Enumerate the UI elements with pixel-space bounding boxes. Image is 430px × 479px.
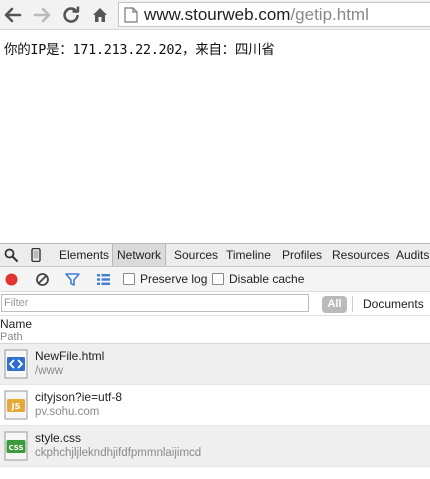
request-path: pv.sohu.com (35, 406, 100, 418)
disable-cache-checkbox[interactable]: Disable cache (212, 272, 304, 286)
column-path-label: Path (0, 331, 23, 343)
browser-toolbar: www.stourweb.com/getip.html (0, 0, 430, 30)
tab-profiles[interactable]: Profiles (278, 244, 326, 266)
tab-resources[interactable]: Resources (328, 244, 393, 266)
inspect-search-icon[interactable] (4, 248, 18, 262)
device-mode-icon[interactable] (29, 248, 43, 262)
disable-cache-box[interactable] (212, 273, 224, 285)
tab-audits[interactable]: Audits (392, 244, 430, 266)
svg-text:JS: JS (11, 402, 21, 411)
home-icon (93, 8, 107, 22)
request-name: cityjson?ie=utf-8 (35, 390, 123, 404)
back-button[interactable] (2, 4, 24, 26)
html-file-icon (4, 349, 28, 379)
url-text: www.stourweb.com/getip.html (144, 5, 369, 25)
forward-button[interactable] (31, 4, 53, 26)
list-view-icon[interactable] (96, 272, 111, 287)
reload-icon (63, 6, 80, 23)
preserve-log-label: Preserve log (140, 272, 208, 286)
column-header[interactable]: Name Path (0, 316, 430, 344)
preserve-log-box[interactable] (123, 273, 135, 285)
network-controls-bar: Preserve log Disable cache (0, 267, 430, 292)
filter-divider (352, 296, 353, 312)
clear-icon[interactable] (35, 272, 50, 287)
record-icon[interactable] (4, 272, 19, 287)
devtools-tab-bar: Elements Network Sources Timeline Profil… (0, 244, 430, 267)
table-row[interactable]: JS cityjson?ie=utf-8 pv.sohu.com (0, 385, 430, 426)
tab-network[interactable]: Network (112, 244, 167, 266)
tab-timeline[interactable]: Timeline (222, 244, 275, 266)
home-button[interactable] (89, 4, 111, 26)
documents-filter-button[interactable]: Documents (363, 297, 424, 311)
request-name: NewFile.html (35, 349, 105, 363)
page-icon (124, 6, 138, 23)
filter-funnel-icon[interactable] (65, 272, 80, 287)
table-row[interactable]: CSS style.css ckphchjljlekndhjifdfpmmnla… (0, 426, 430, 467)
filter-input[interactable]: Filter (1, 294, 309, 312)
request-path: ckphchjljlekndhjifdfpmmnlaijimcd (35, 447, 202, 459)
tab-elements[interactable]: Elements (55, 244, 113, 266)
table-row[interactable]: NewFile.html /www (0, 344, 430, 385)
svg-text:CSS: CSS (8, 444, 23, 452)
address-bar[interactable]: www.stourweb.com/getip.html (118, 2, 430, 27)
css-file-icon: CSS (4, 431, 28, 461)
back-arrow-icon (4, 7, 22, 23)
preserve-log-checkbox[interactable]: Preserve log (123, 272, 207, 286)
request-list: NewFile.html /www JS cityjson?ie=utf-8 p… (0, 344, 430, 467)
disable-cache-label: Disable cache (229, 272, 305, 286)
request-name: style.css (35, 431, 82, 445)
url-path: /getip.html (290, 4, 369, 24)
reload-button[interactable] (60, 4, 82, 26)
tab-sources[interactable]: Sources (170, 244, 222, 266)
url-host: www.stourweb.com (144, 4, 291, 24)
filter-row: Filter All Documents (0, 292, 430, 316)
forward-arrow-icon (33, 7, 51, 23)
all-filter-button[interactable]: All (322, 296, 347, 313)
ip-info-text: 你的IP是：171.213.22.202，来自：四川省 (4, 42, 275, 58)
request-path: /www (35, 365, 64, 377)
devtools-panel: Elements Network Sources Timeline Profil… (0, 243, 430, 479)
js-file-icon: JS (4, 390, 28, 420)
column-name-label: Name (0, 317, 33, 331)
